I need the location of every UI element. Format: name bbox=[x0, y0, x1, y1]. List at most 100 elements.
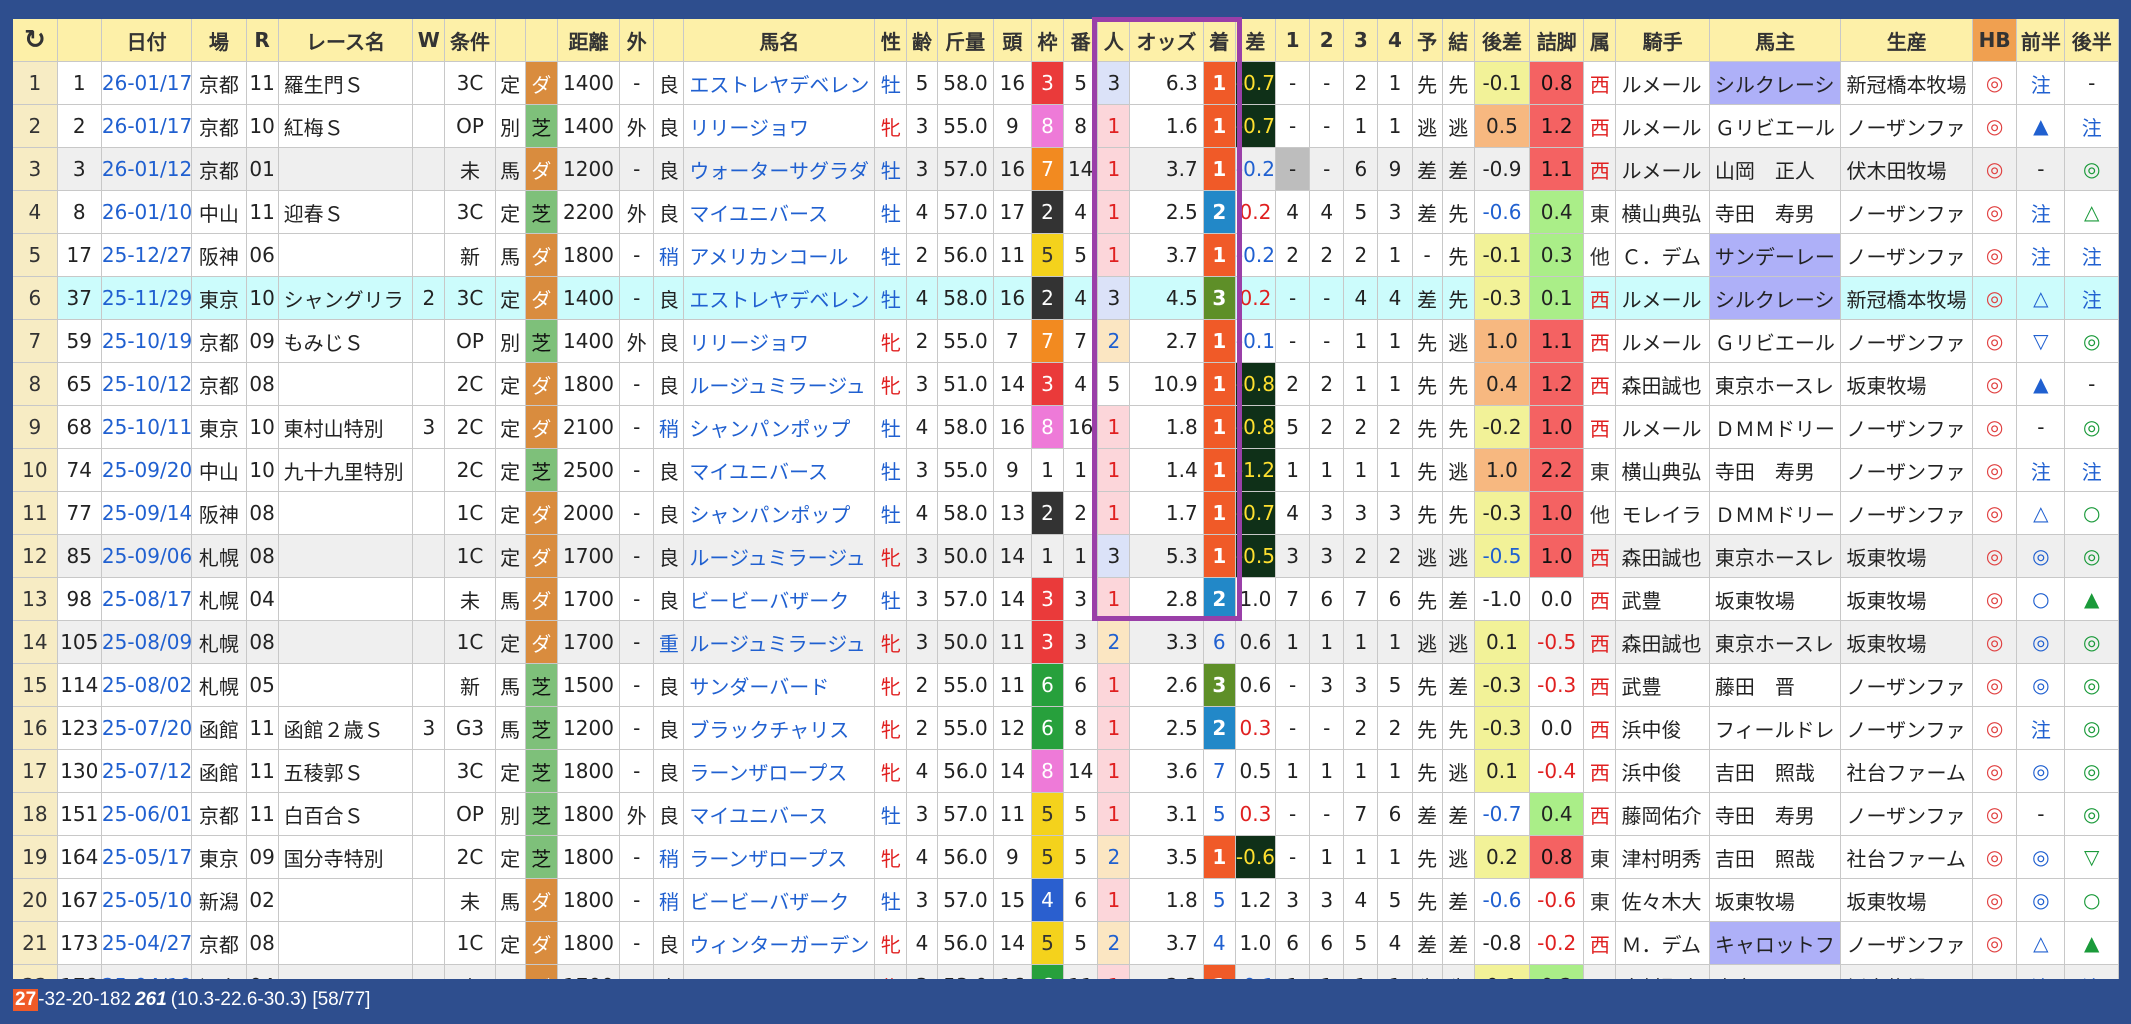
date-link[interactable]: 25-08/02 bbox=[101, 663, 193, 707]
date-link[interactable]: 25-09/06 bbox=[101, 534, 193, 578]
corner3-header[interactable]: 3 bbox=[1343, 19, 1379, 62]
horse-name-link[interactable]: マイユニバース bbox=[683, 792, 876, 836]
jockey-header[interactable]: 騎手 bbox=[1615, 19, 1710, 62]
table-row[interactable]: 9 68 25-10/11 東京 10 東村山特別 3 2C 定ダ 2100- 稍シャンパンポップ牡… bbox=[13, 405, 2119, 449]
margin-header[interactable]: 差 bbox=[1235, 19, 1277, 62]
second-half-header[interactable]: 後半 bbox=[2064, 19, 2119, 62]
outer-header[interactable]: 外 bbox=[619, 19, 655, 62]
date-link[interactable]: 25-12/27 bbox=[101, 233, 193, 277]
distance-header[interactable]: 距離 bbox=[557, 19, 621, 62]
date-link[interactable]: 25-11/29 bbox=[101, 276, 193, 320]
date-header[interactable]: 日付 bbox=[101, 19, 193, 62]
table-row[interactable]: 13 98 25-08/17 札幌 04 未馬ダ 1700- 良ビービーバザーク牡 3 57.0 1… bbox=[13, 577, 2119, 621]
late-diff-header[interactable]: 後差 bbox=[1474, 19, 1531, 62]
number-header[interactable]: 番 bbox=[1063, 19, 1099, 62]
horse-name-link[interactable]: シャンパンポップ bbox=[683, 405, 876, 449]
horse-name-link[interactable]: アメリカンコール bbox=[683, 233, 876, 277]
w-header[interactable]: W bbox=[412, 19, 446, 62]
cond-header[interactable] bbox=[495, 19, 526, 62]
date-link[interactable]: 25-05/17 bbox=[101, 835, 193, 879]
date-link[interactable]: 25-07/12 bbox=[101, 749, 193, 793]
table-row[interactable]: 10 74 25-09/20 中山 10 九十九里特別 2C 定芝 2500- 良マイユニバース牡… bbox=[13, 448, 2119, 492]
horse-name-link[interactable]: マイユニバース bbox=[683, 190, 876, 234]
table-row[interactable]: 7 59 25-10/19 京都 09 もみじＳ OP 別芝 1400 外良リリージョワ牝 2 55.… bbox=[13, 319, 2119, 363]
first-half-header[interactable]: 前半 bbox=[2016, 19, 2066, 62]
date-link[interactable]: 25-04/27 bbox=[101, 921, 193, 965]
horse-name-link[interactable]: ルージュミラージュ bbox=[683, 362, 876, 406]
horse-name-link[interactable]: ウィンターガーデン bbox=[683, 921, 876, 965]
date-link[interactable]: 25-08/17 bbox=[101, 577, 193, 621]
owner-header[interactable]: 馬主 bbox=[1709, 19, 1842, 62]
finish-header[interactable]: 着 bbox=[1203, 19, 1236, 62]
horse-name-link[interactable]: リリージョワ bbox=[683, 104, 876, 148]
date-link[interactable]: 25-10/11 bbox=[101, 405, 193, 449]
table-row[interactable]: 14 105 25-08/09 札幌 08 1C 定ダ 1700- 重ルージュミラージュ牝 3 50… bbox=[13, 620, 2119, 664]
hb-header[interactable]: HB bbox=[1972, 19, 2018, 62]
popularity-header[interactable]: 人 bbox=[1097, 19, 1131, 62]
horse-name-link[interactable]: ラーンザロープス bbox=[683, 835, 876, 879]
prediction-header[interactable]: 予 bbox=[1412, 19, 1443, 62]
horse-name-link[interactable]: ウォーターサグラダ bbox=[683, 147, 876, 191]
track-header[interactable] bbox=[653, 19, 685, 62]
odds-header[interactable]: オッズ bbox=[1129, 19, 1204, 62]
table-row[interactable]: 15 114 25-08/02 札幌 05 新馬芝 1500- 良サンダーバード牝 2 55.0 1… bbox=[13, 663, 2119, 707]
table-row[interactable]: 6 37 25-11/29 東京 10 シャングリラ 2 3C 定ダ 1400- 良エストレヤデベレ… bbox=[13, 276, 2119, 320]
date-link[interactable]: 25-10/12 bbox=[101, 362, 193, 406]
table-row[interactable]: 20 167 25-05/10 新潟 02 未馬ダ 1800- 稍ビービーバザーク牡 3 57.0… bbox=[13, 878, 2119, 922]
horse-name-link[interactable]: エストレヤデベレン bbox=[683, 61, 876, 105]
closing-header[interactable]: 詰脚 bbox=[1529, 19, 1585, 62]
field-size-header[interactable]: 頭 bbox=[993, 19, 1032, 62]
table-row[interactable]: 5 17 25-12/27 阪神 06 新馬ダ 1800- 稍アメリカンコール牡 2 56.0 11… bbox=[13, 233, 2119, 277]
horse-name-link[interactable]: エストレヤデベレン bbox=[683, 276, 876, 320]
table-row[interactable]: 17 130 25-07/12 函館 11 五稜郭Ｓ 3C 定芝 1800- 良ラーンザロープス牝… bbox=[13, 749, 2119, 793]
refresh-button[interactable]: ↻ bbox=[13, 19, 58, 62]
date-link[interactable]: 25-04/19 bbox=[101, 964, 193, 979]
date-link[interactable]: 26-01/10 bbox=[101, 190, 193, 234]
weight-header[interactable]: 斤量 bbox=[937, 19, 994, 62]
table-row[interactable]: 16 123 25-07/20 函館 11 函館２歳Ｓ 3 G3 馬芝 1200- 良ブラックチャリ… bbox=[13, 706, 2119, 750]
table-row[interactable]: 12 85 25-09/06 札幌 08 1C 定ダ 1700- 良ルージュミラージュ牝 3 50.… bbox=[13, 534, 2119, 578]
horse-name-link[interactable]: リリージョワ bbox=[683, 319, 876, 363]
horse-name-link[interactable]: サンダーバード bbox=[683, 663, 876, 707]
horse-name-link[interactable]: ビービーバザーク bbox=[683, 577, 876, 621]
horse-name-link[interactable]: ビービーバザーク bbox=[683, 878, 876, 922]
date-link[interactable]: 25-09/14 bbox=[101, 491, 193, 535]
date-link[interactable]: 25-07/20 bbox=[101, 706, 193, 750]
race-no-header[interactable]: R bbox=[246, 19, 279, 62]
horse-name-link[interactable]: ルージュミラージュ bbox=[683, 620, 876, 664]
horse-name-link[interactable]: シャンパンポップ bbox=[683, 491, 876, 535]
horse-name-header[interactable]: 馬名 bbox=[683, 19, 876, 62]
table-row[interactable]: 19 164 25-05/17 東京 09 国分寺特別 2C 定芝 1800- 稍ラーンザロープス… bbox=[13, 835, 2119, 879]
table-row[interactable]: 4 8 26-01/10 中山 11 迎春Ｓ 3C 定芝 2200 外良マイユニバース牡 4 57.0… bbox=[13, 190, 2119, 234]
breeder-header[interactable]: 生産 bbox=[1840, 19, 1974, 62]
horse-name-link[interactable]: ルージュミラージュ bbox=[683, 964, 876, 979]
date-link[interactable]: 26-01/17 bbox=[101, 104, 193, 148]
table-row[interactable]: 11 77 25-09/14 阪神 08 1C 定ダ 2000- 良シャンパンポップ牡 4 58.0… bbox=[13, 491, 2119, 535]
race-index-header[interactable] bbox=[57, 19, 102, 62]
gate-header[interactable]: 枠 bbox=[1031, 19, 1065, 62]
date-link[interactable]: 25-10/19 bbox=[101, 319, 193, 363]
horse-name-link[interactable]: ルージュミラージュ bbox=[683, 534, 876, 578]
horse-name-link[interactable]: ブラックチャリス bbox=[683, 706, 876, 750]
venue-header[interactable]: 場 bbox=[191, 19, 247, 62]
horse-name-link[interactable]: ラーンザロープス bbox=[683, 749, 876, 793]
race-name-header[interactable]: レース名 bbox=[278, 19, 414, 62]
class-header[interactable]: 条件 bbox=[444, 19, 496, 62]
surface-header[interactable] bbox=[525, 19, 558, 62]
table-row[interactable]: 8 65 25-10/12 京都 08 2C 定ダ 1800- 良ルージュミラージュ牝 3 51.0… bbox=[13, 362, 2119, 406]
table-row[interactable]: 3 3 26-01/12 京都 01 未馬ダ 1200- 良ウォーターサグラダ牡 3 57.0 16… bbox=[13, 147, 2119, 191]
date-link[interactable]: 25-05/10 bbox=[101, 878, 193, 922]
table-row[interactable]: 2 2 26-01/17 京都 10 紅梅Ｓ OP 別芝 1400 外良リリージョワ牝 3 55.0 9… bbox=[13, 104, 2119, 148]
date-link[interactable]: 26-01/17 bbox=[101, 61, 193, 105]
table-row[interactable]: 18 151 25-06/01 京都 11 白百合Ｓ OP 別芝 1800 外良マイユニバース牡 3… bbox=[13, 792, 2119, 836]
age-header[interactable]: 齢 bbox=[906, 19, 938, 62]
affiliation-header[interactable]: 属 bbox=[1583, 19, 1617, 62]
table-row[interactable]: 2217825-04/19福島04 未馬ダ1700-良ルージュミラージュ牝353.… bbox=[13, 964, 2119, 979]
date-link[interactable]: 25-06/01 bbox=[101, 792, 193, 836]
sex-header[interactable]: 性 bbox=[874, 19, 908, 62]
table-row[interactable]: 21 173 25-04/27 京都 08 1C 定ダ 1800- 良ウィンターガーデン牝 4 56… bbox=[13, 921, 2119, 965]
corner4-header[interactable]: 4 bbox=[1377, 19, 1413, 62]
date-link[interactable]: 25-08/09 bbox=[101, 620, 193, 664]
corner1-header[interactable]: 1 bbox=[1275, 19, 1311, 62]
date-link[interactable]: 25-09/20 bbox=[101, 448, 193, 492]
